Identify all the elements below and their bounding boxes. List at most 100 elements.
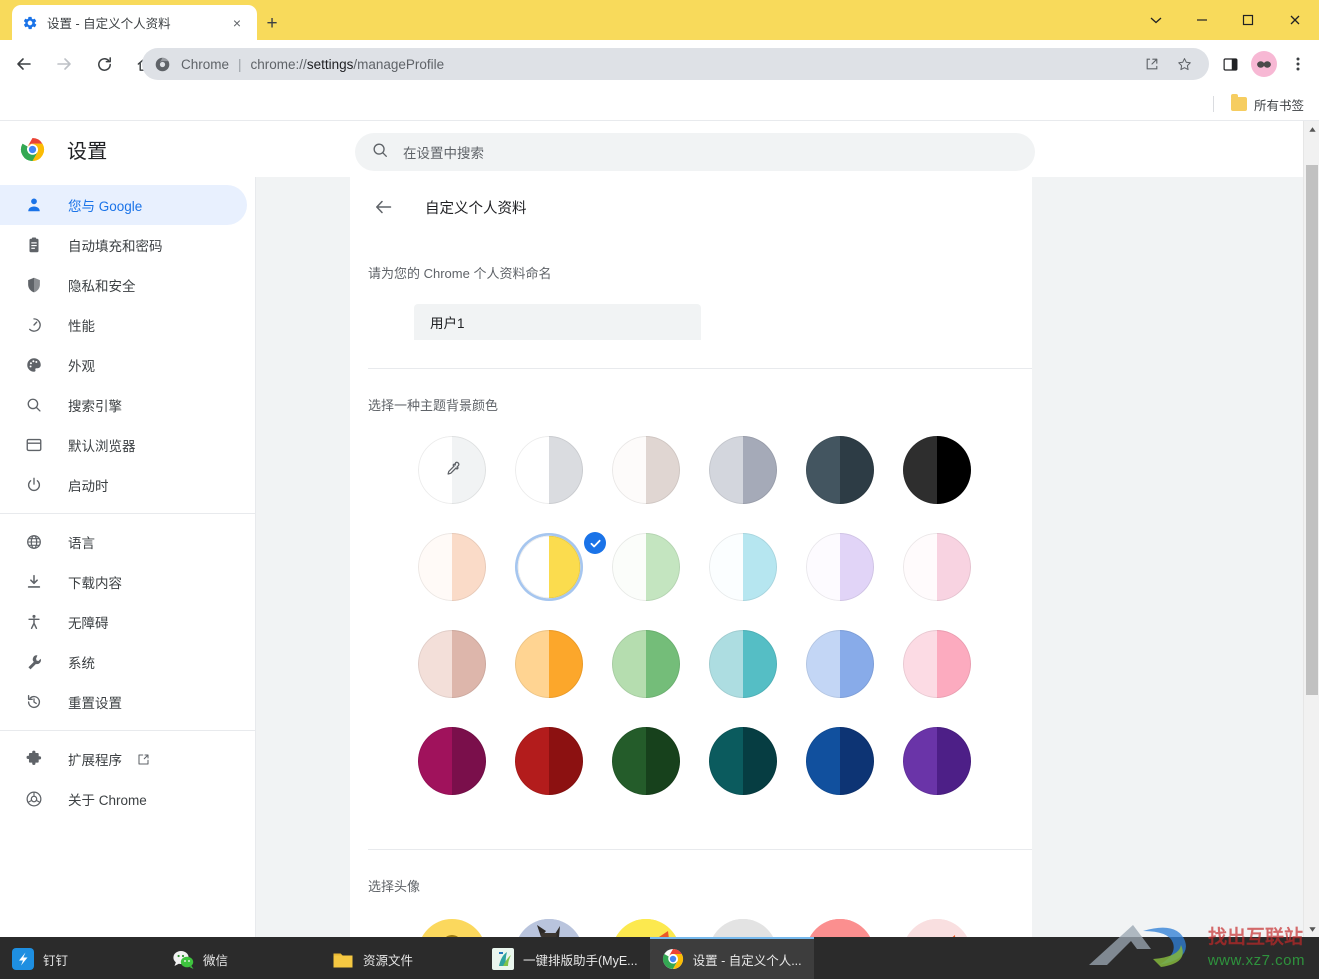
open-in-new-icon[interactable] (136, 752, 151, 767)
origami-dog-icon[interactable] (612, 919, 680, 937)
person-silhouette-icon[interactable] (418, 919, 486, 937)
scrollbar-thumb[interactable] (1306, 165, 1318, 695)
sidebar-item-about-chrome[interactable]: 关于 Chrome (0, 779, 247, 819)
back-arrow-icon[interactable] (8, 48, 40, 80)
reload-icon[interactable] (88, 48, 120, 80)
minimize-icon[interactable] (1179, 0, 1225, 40)
star-icon[interactable] (1171, 51, 1197, 77)
swatch-circle[interactable] (709, 727, 777, 795)
swatch-circle[interactable] (418, 630, 486, 698)
close-icon[interactable]: × (227, 13, 247, 33)
swatch-circle[interactable] (709, 436, 777, 504)
theme-swatch[interactable] (806, 436, 903, 504)
swatch-circle[interactable] (903, 727, 971, 795)
theme-swatch[interactable] (418, 727, 515, 795)
theme-swatch[interactable] (903, 630, 1000, 698)
forward-arrow-icon[interactable] (48, 48, 80, 80)
sidebar-item-system[interactable]: 系统 (0, 642, 247, 682)
theme-swatch[interactable] (515, 436, 612, 504)
theme-swatch[interactable] (418, 630, 515, 698)
close-icon[interactable] (1271, 0, 1319, 40)
theme-swatch[interactable] (709, 630, 806, 698)
sidebar-item-you-and-google[interactable]: 您与 Google (0, 185, 247, 225)
browser-tab[interactable]: 设置 - 自定义个人资料 × (12, 5, 257, 40)
swatch-circle[interactable] (612, 533, 680, 601)
origami-cat-icon[interactable] (515, 919, 583, 937)
chevron-down-icon[interactable] (1133, 0, 1179, 40)
share-icon[interactable] (1139, 51, 1165, 77)
theme-swatch[interactable] (515, 727, 612, 795)
side-panel-icon[interactable] (1215, 49, 1245, 79)
theme-swatch[interactable] (709, 436, 806, 504)
theme-swatch[interactable] (903, 436, 1000, 504)
origami-elephant-icon[interactable] (806, 919, 874, 937)
swatch-circle[interactable] (612, 436, 680, 504)
avatar-option[interactable] (709, 919, 806, 937)
sidebar-item-reset-settings[interactable]: 重置设置 (0, 682, 247, 722)
taskbar-item[interactable]: 钉钉 (0, 937, 160, 979)
swatch-circle[interactable] (806, 436, 874, 504)
avatar-option[interactable] (903, 919, 1000, 937)
origami-dragon-icon[interactable] (709, 919, 777, 937)
sidebar-item-downloads[interactable]: 下载内容 (0, 562, 247, 602)
scroll-down-arrow[interactable] (1304, 921, 1319, 937)
scroll-up-arrow[interactable] (1304, 121, 1319, 137)
theme-swatch[interactable] (709, 533, 806, 601)
sidebar-item-performance[interactable]: 性能 (0, 305, 247, 345)
theme-swatch[interactable] (612, 436, 709, 504)
all-bookmarks-button[interactable]: 所有书签 (1226, 92, 1309, 117)
swatch-circle[interactable] (515, 630, 583, 698)
theme-swatch[interactable] (515, 630, 612, 698)
vertical-scrollbar[interactable] (1303, 121, 1319, 937)
theme-swatch[interactable] (515, 532, 612, 601)
swatch-circle[interactable] (903, 436, 971, 504)
theme-swatch[interactable] (612, 727, 709, 795)
sidebar-item-default-browser[interactable]: 默认浏览器 (0, 425, 247, 465)
back-arrow-icon[interactable] (368, 191, 400, 223)
swatch-circle[interactable] (806, 727, 874, 795)
swatch-circle[interactable] (903, 630, 971, 698)
swatch-circle[interactable] (612, 630, 680, 698)
taskbar-item[interactable]: 资源文件 (320, 937, 480, 979)
address-bar[interactable]: Chrome | chrome://settings/manageProfile (142, 48, 1209, 80)
avatar-option[interactable] (806, 919, 903, 937)
swatch-circle[interactable] (709, 533, 777, 601)
sidebar-item-privacy[interactable]: 隐私和安全 (0, 265, 247, 305)
theme-swatch[interactable] (418, 533, 515, 601)
theme-swatch[interactable] (418, 436, 515, 504)
sidebar-item-on-startup[interactable]: 启动时 (0, 465, 247, 505)
swatch-circle[interactable] (515, 436, 583, 504)
swatch-circle[interactable] (517, 535, 581, 599)
theme-swatch[interactable] (903, 533, 1000, 601)
new-tab-button[interactable]: + (259, 11, 285, 37)
theme-swatch[interactable] (612, 630, 709, 698)
theme-swatch[interactable] (709, 727, 806, 795)
taskbar-item[interactable]: 微信 (160, 937, 320, 979)
theme-swatch[interactable] (806, 727, 903, 795)
theme-swatch[interactable] (806, 630, 903, 698)
swatch-circle[interactable] (418, 727, 486, 795)
sidebar-item-search-engine[interactable]: 搜索引擎 (0, 385, 247, 425)
theme-swatch[interactable] (806, 533, 903, 601)
profile-name-input[interactable]: 用户1 (414, 304, 701, 340)
avatar-option[interactable] (515, 919, 612, 937)
swatch-circle[interactable] (515, 727, 583, 795)
swatch-circle[interactable] (903, 533, 971, 601)
swatch-circle[interactable] (418, 533, 486, 601)
three-dot-menu-icon[interactable] (1283, 49, 1313, 79)
maximize-icon[interactable] (1225, 0, 1271, 40)
theme-swatch[interactable] (612, 533, 709, 601)
origami-fox-icon[interactable] (903, 919, 971, 937)
swatch-circle[interactable] (612, 727, 680, 795)
sidebar-item-accessibility[interactable]: 无障碍 (0, 602, 247, 642)
taskbar-item[interactable]: 设置 - 自定义个人... (649, 937, 814, 979)
swatch-circle[interactable] (418, 436, 486, 504)
swatch-circle[interactable] (806, 630, 874, 698)
avatar-option[interactable] (418, 919, 515, 937)
profile-avatar[interactable] (1251, 51, 1277, 77)
avatar-option[interactable] (612, 919, 709, 937)
swatch-circle[interactable] (806, 533, 874, 601)
search-input[interactable]: 在设置中搜索 (355, 133, 1035, 171)
taskbar-item[interactable]: 一键排版助手(MyE... (480, 937, 650, 979)
sidebar-item-appearance[interactable]: 外观 (0, 345, 247, 385)
